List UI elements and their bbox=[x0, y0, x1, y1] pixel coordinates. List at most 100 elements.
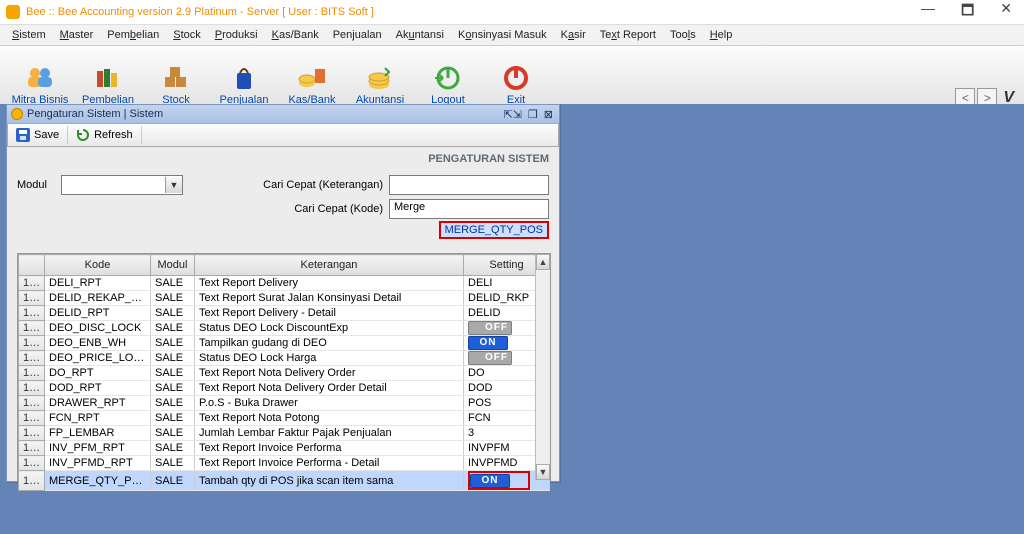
tool-exit[interactable]: Exit bbox=[484, 54, 548, 106]
refresh-button[interactable]: Refresh bbox=[68, 126, 142, 144]
settings-grid: Kode Modul Keterangan Setting 133DELI_RP… bbox=[17, 253, 551, 481]
coins-stack-icon bbox=[364, 64, 396, 92]
close-button[interactable]: ✕ bbox=[994, 0, 1018, 24]
label-modul: Modul bbox=[17, 179, 61, 191]
scroll-up-button[interactable]: ▲ bbox=[536, 254, 550, 270]
table-row[interactable]: 139DO_RPTSALEText Report Nota Delivery O… bbox=[19, 366, 550, 381]
section-caption: PENGATURAN SISTEM bbox=[7, 147, 559, 175]
scrollbar[interactable]: ▲ ▼ bbox=[535, 254, 550, 480]
cell-kode: FP_LEMBAR bbox=[45, 426, 151, 441]
cell-modul: SALE bbox=[151, 276, 195, 291]
toggle-off[interactable]: OFF bbox=[468, 321, 512, 335]
internal-window: Pengaturan Sistem | Sistem ⇱⇲ ❐ ⊠ Save R… bbox=[6, 104, 560, 482]
save-icon bbox=[16, 128, 30, 142]
menu-item[interactable]: Text Report bbox=[594, 27, 662, 43]
scroll-down-button[interactable]: ▼ bbox=[536, 464, 550, 480]
cell-rownum: 144 bbox=[19, 441, 45, 456]
cell-keterangan: Text Report Nota Delivery Order bbox=[195, 366, 464, 381]
label-cari-kode: Cari Cepat (Kode) bbox=[183, 203, 383, 215]
iwin-close-button[interactable]: ⊠ bbox=[542, 108, 555, 121]
workspace: Pengaturan Sistem | Sistem ⇱⇲ ❐ ⊠ Save R… bbox=[0, 104, 1024, 534]
tool-penjualan[interactable]: Penjualan bbox=[212, 54, 276, 106]
app-icon bbox=[6, 5, 20, 19]
table-row[interactable]: 134DELID_REKAP_RPTSALEText Report Surat … bbox=[19, 291, 550, 306]
table-row[interactable]: 141DRAWER_RPTSALEP.o.S - Buka DrawerPOS bbox=[19, 396, 550, 411]
cell-rownum: 141 bbox=[19, 396, 45, 411]
table-row[interactable]: 136DEO_DISC_LOCKSALEStatus DEO Lock Disc… bbox=[19, 321, 550, 336]
menu-item[interactable]: Konsinyasi Masuk bbox=[452, 27, 553, 43]
maximize-button[interactable]: 🗖 bbox=[955, 0, 980, 24]
cell-modul: SALE bbox=[151, 471, 195, 491]
cell-kode: DEO_ENB_WH bbox=[45, 336, 151, 351]
cell-keterangan: Text Report Invoice Performa bbox=[195, 441, 464, 456]
cari-keterangan-input[interactable] bbox=[389, 175, 549, 195]
cell-modul: SALE bbox=[151, 321, 195, 336]
boxes-icon bbox=[160, 64, 192, 92]
table-row[interactable]: 133DELI_RPTSALEText Report DeliveryDELI bbox=[19, 276, 550, 291]
cell-keterangan: Text Report Delivery - Detail bbox=[195, 306, 464, 321]
minimize-button[interactable]: — bbox=[915, 0, 941, 24]
cell-modul: SALE bbox=[151, 381, 195, 396]
table-row[interactable]: 138DEO_PRICE_LOCKSALEStatus DEO Lock Har… bbox=[19, 351, 550, 366]
menu-item[interactable]: Master bbox=[54, 27, 100, 43]
tool-pembelian[interactable]: Pembelian bbox=[76, 54, 140, 106]
cell-rownum: 139 bbox=[19, 366, 45, 381]
cell-keterangan: Tambah qty di POS jika scan item sama bbox=[195, 471, 464, 491]
refresh-icon bbox=[76, 128, 90, 142]
save-button[interactable]: Save bbox=[8, 126, 68, 144]
cell-keterangan: P.o.S - Buka Drawer bbox=[195, 396, 464, 411]
menu-item[interactable]: Tools bbox=[664, 27, 702, 43]
internal-window-titlebar[interactable]: Pengaturan Sistem | Sistem ⇱⇲ ❐ ⊠ bbox=[7, 105, 559, 123]
autocomplete-suggestion[interactable]: MERGE_QTY_POS bbox=[439, 221, 549, 239]
table-row[interactable]: 135DELID_RPTSALEText Report Delivery - D… bbox=[19, 306, 550, 321]
table-row[interactable]: 144INV_PFM_RPTSALEText Report Invoice Pe… bbox=[19, 441, 550, 456]
toggle-on[interactable]: ON bbox=[468, 336, 508, 350]
tool-kasbank[interactable]: Kas/Bank bbox=[280, 54, 344, 106]
iwin-max-button[interactable]: ❐ bbox=[526, 108, 540, 121]
menu-item[interactable]: Kasir bbox=[555, 27, 592, 43]
cell-kode: DO_RPT bbox=[45, 366, 151, 381]
books-icon bbox=[92, 64, 124, 92]
table-row[interactable]: 145INV_PFMD_RPTSALEText Report Invoice P… bbox=[19, 456, 550, 471]
tool-stock[interactable]: Stock bbox=[144, 54, 208, 106]
col-rownum[interactable] bbox=[19, 255, 45, 276]
cell-keterangan: Text Report Invoice Performa - Detail bbox=[195, 456, 464, 471]
cell-kode: DOD_RPT bbox=[45, 381, 151, 396]
cell-kode: DELID_RPT bbox=[45, 306, 151, 321]
cell-keterangan: Text Report Surat Jalan Konsinyasi Detai… bbox=[195, 291, 464, 306]
modul-select[interactable]: ▼ bbox=[61, 175, 183, 195]
menu-item[interactable]: Akuntansi bbox=[390, 27, 450, 43]
table-row[interactable]: 137DEO_ENB_WHSALETampilkan gudang di DEO… bbox=[19, 336, 550, 351]
cell-keterangan: Status DEO Lock DiscountExp bbox=[195, 321, 464, 336]
window-titlebar: Bee :: Bee Accounting version 2.9 Platin… bbox=[0, 0, 1024, 25]
bag-icon bbox=[228, 64, 260, 92]
label-cari-keterangan: Cari Cepat (Keterangan) bbox=[183, 179, 383, 191]
cari-kode-input[interactable]: Merge bbox=[389, 199, 549, 219]
menu-item[interactable]: Penjualan bbox=[327, 27, 388, 43]
col-modul[interactable]: Modul bbox=[151, 255, 195, 276]
cell-kode: INV_PFM_RPT bbox=[45, 441, 151, 456]
cell-rownum: 137 bbox=[19, 336, 45, 351]
menu-item[interactable]: Kas/Bank bbox=[266, 27, 325, 43]
col-kode[interactable]: Kode bbox=[45, 255, 151, 276]
table-row[interactable]: 140DOD_RPTSALEText Report Nota Delivery … bbox=[19, 381, 550, 396]
menu-item[interactable]: Stock bbox=[167, 27, 207, 43]
table-row[interactable]: 142FCN_RPTSALEText Report Nota PotongFCN bbox=[19, 411, 550, 426]
cell-kode: FCN_RPT bbox=[45, 411, 151, 426]
cell-kode: INV_PFMD_RPT bbox=[45, 456, 151, 471]
table-row[interactable]: 143FP_LEMBARSALEJumlah Lembar Faktur Paj… bbox=[19, 426, 550, 441]
col-keterangan[interactable]: Keterangan bbox=[195, 255, 464, 276]
menu-item[interactable]: Produksi bbox=[209, 27, 264, 43]
menu-item[interactable]: Pembelian bbox=[101, 27, 165, 43]
toggle-on-highlight[interactable]: ON bbox=[468, 471, 530, 490]
tool-logout[interactable]: Logout bbox=[416, 54, 480, 106]
table-row[interactable]: 146MERGE_QTY_POSSALETambah qty di POS ji… bbox=[19, 471, 550, 491]
cell-keterangan: Text Report Delivery bbox=[195, 276, 464, 291]
tool-akuntansi[interactable]: Akuntansi bbox=[348, 54, 412, 106]
iwin-restore-button[interactable]: ⇱⇲ bbox=[501, 108, 523, 121]
cell-kode: DEO_DISC_LOCK bbox=[45, 321, 151, 336]
toggle-off[interactable]: OFF bbox=[468, 351, 512, 365]
menu-item[interactable]: Sistem bbox=[6, 27, 52, 43]
menu-item[interactable]: Help bbox=[704, 27, 739, 43]
tool-mitrabisnis[interactable]: Mitra Bisnis bbox=[8, 54, 72, 106]
